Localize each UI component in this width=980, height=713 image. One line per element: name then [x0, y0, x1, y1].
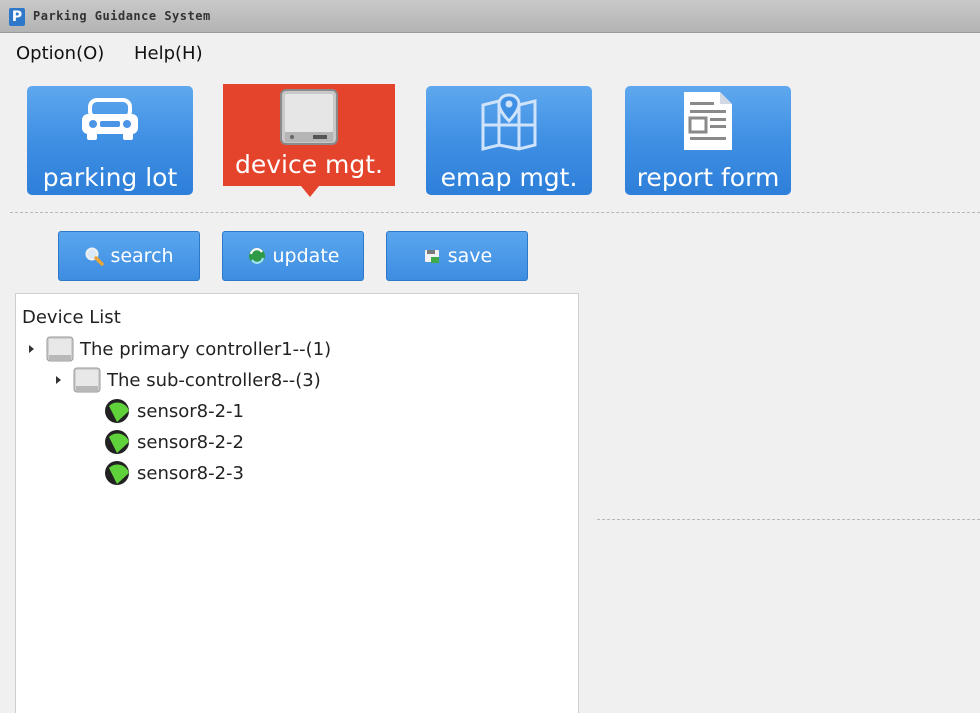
sensor-icon	[105, 430, 129, 454]
nav-tile-report-form[interactable]: report form	[625, 86, 791, 195]
search-icon	[85, 247, 105, 266]
expand-caret-icon[interactable]	[29, 345, 34, 353]
tree-node-sensor[interactable]: sensor8-2-2	[103, 428, 244, 456]
search-button-label: search	[110, 245, 174, 267]
nav-tile-parking-lot[interactable]: parking lot	[27, 86, 193, 195]
nav-tile-emap-mgt[interactable]: emap mgt.	[426, 86, 592, 195]
controller-icon	[46, 336, 74, 362]
nav-tile-label: emap mgt.	[440, 163, 578, 192]
tree-node-label: sensor8-2-2	[137, 431, 244, 453]
update-button[interactable]: update	[222, 231, 364, 281]
map-icon	[481, 93, 537, 151]
menu-option[interactable]: Option(O)	[16, 43, 104, 64]
header-divider	[10, 212, 980, 213]
refresh-icon	[248, 248, 265, 264]
active-tile-pointer	[301, 186, 319, 197]
update-button-label: update	[272, 245, 340, 267]
menu-help[interactable]: Help(H)	[134, 43, 203, 64]
tree-node-sensor[interactable]: sensor8-2-3	[103, 459, 244, 487]
tree-node-sensor[interactable]: sensor8-2-1	[103, 397, 244, 425]
device-list-title: Device List	[22, 307, 121, 328]
nav-tile-label: device mgt.	[234, 150, 384, 179]
menu-bar: Option(O) Help(H)	[0, 33, 980, 75]
device-tree-panel: Device List The primary controller1--(1)…	[15, 293, 579, 713]
save-button-label: save	[447, 245, 493, 267]
tree-node-primary-controller[interactable]: The primary controller1--(1)	[29, 335, 331, 363]
tree-node-label: sensor8-2-3	[137, 462, 244, 484]
car-icon	[82, 98, 138, 140]
tree-node-label: sensor8-2-1	[137, 400, 244, 422]
save-icon	[424, 250, 439, 263]
controller-icon	[73, 367, 101, 393]
detail-divider	[597, 519, 980, 520]
window-title: Parking Guidance System	[33, 9, 211, 23]
nav-tile-label: parking lot	[42, 163, 178, 192]
tree-node-label: The sub-controller8--(3)	[107, 369, 321, 391]
save-button[interactable]: save	[386, 231, 528, 281]
tree-node-sub-controller[interactable]: The sub-controller8--(3)	[56, 366, 321, 394]
device-icon	[280, 89, 338, 145]
app-logo-icon: P	[9, 8, 25, 26]
tree-node-label: The primary controller1--(1)	[80, 338, 332, 360]
report-icon	[684, 92, 732, 150]
sensor-icon	[105, 461, 129, 485]
nav-tile-device-mgt[interactable]: device mgt.	[223, 84, 395, 197]
sensor-icon	[105, 399, 129, 423]
search-button[interactable]: search	[58, 231, 200, 281]
expand-caret-icon[interactable]	[56, 376, 61, 384]
nav-tile-label: report form	[636, 163, 780, 192]
title-bar: P Parking Guidance System	[0, 0, 980, 33]
